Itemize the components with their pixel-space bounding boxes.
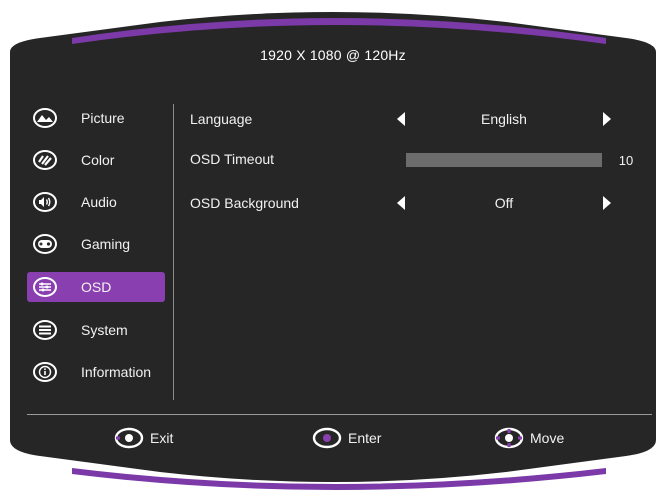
exit-key-icon — [114, 427, 144, 449]
language-left-arrow-icon[interactable] — [396, 112, 408, 126]
sidebar-item-label: Information — [81, 364, 152, 380]
sidebar-item-audio[interactable]: Audio — [27, 187, 165, 217]
exit-label: Exit — [150, 430, 174, 446]
osd-background-value: Off — [494, 195, 514, 211]
sidebar-item-label: OSD — [81, 279, 112, 295]
enter-button[interactable]: Enter — [312, 427, 381, 449]
gaming-icon — [33, 234, 57, 254]
osd-timeout-slider-fill — [406, 153, 602, 167]
footer-divider — [27, 414, 652, 415]
language-value: English — [481, 111, 527, 127]
sidebar-item-label: Audio — [81, 194, 117, 210]
osd-window: 1920 X 1080 @ 120Hz Picture Color Audio — [0, 0, 666, 493]
sidebar-item-label: Gaming — [81, 236, 131, 252]
picture-icon — [33, 108, 57, 128]
color-icon — [33, 150, 57, 170]
enter-label: Enter — [348, 430, 382, 446]
sidebar-item-information[interactable]: Information — [27, 357, 165, 387]
sidebar-item-label: System — [81, 322, 128, 338]
move-label: Move — [530, 430, 565, 446]
language-right-arrow-icon[interactable] — [600, 112, 612, 126]
sidebar-item-gaming[interactable]: Gaming — [27, 229, 165, 259]
audio-icon — [33, 192, 57, 212]
sidebar-item-label: Picture — [81, 110, 125, 126]
vertical-divider — [173, 104, 174, 400]
osd-background-left-arrow-icon[interactable] — [396, 196, 408, 210]
sidebar-item-picture[interactable]: Picture — [27, 103, 165, 133]
system-icon — [33, 320, 57, 340]
sidebar-item-color[interactable]: Color — [27, 145, 165, 175]
enter-key-icon — [312, 427, 342, 449]
exit-button[interactable]: Exit — [114, 427, 173, 449]
sidebar-item-label: Color — [81, 152, 115, 168]
resolution-title: 1920 X 1080 @ 120Hz — [260, 47, 406, 63]
sidebar-item-osd[interactable]: OSD — [27, 272, 165, 302]
osd-timeout-label: OSD Timeout — [190, 151, 275, 167]
osd-background-label: OSD Background — [190, 195, 299, 211]
osd-timeout-slider[interactable] — [406, 153, 602, 167]
osd-timeout-value: 10 — [618, 153, 634, 168]
language-label: Language — [190, 111, 253, 127]
sidebar-item-system[interactable]: System — [27, 315, 165, 345]
move-key-icon — [494, 427, 524, 449]
move-button[interactable]: Move — [494, 427, 564, 449]
osd-background-right-arrow-icon[interactable] — [600, 196, 612, 210]
osd-icon — [33, 277, 57, 297]
information-icon — [33, 362, 57, 382]
